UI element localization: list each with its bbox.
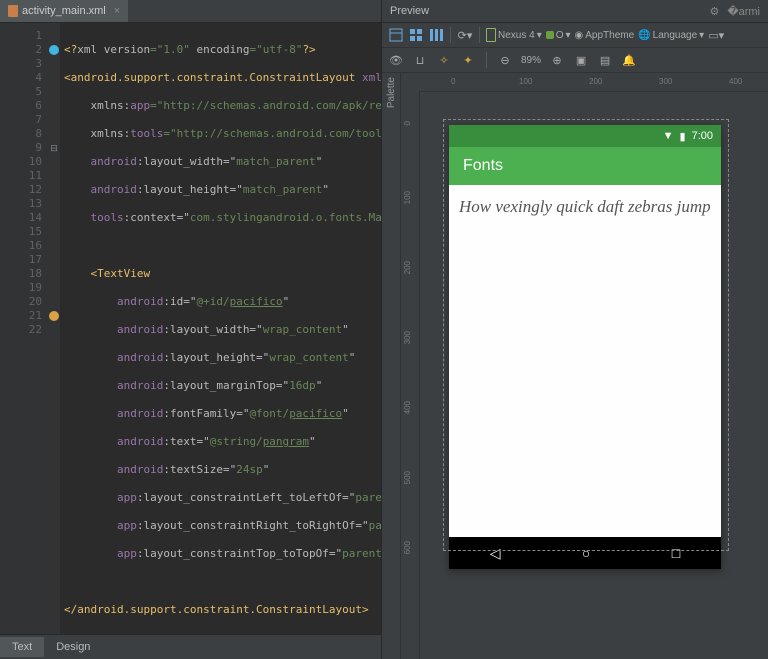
warning-icon: [49, 311, 59, 321]
fold-icon[interactable]: ⊟: [50, 143, 58, 154]
preview-pane: Preview ⚙ �armi ⟳▾ Nexus 4▾ O▾ ◉AppTheme…: [381, 0, 768, 659]
magnet-icon[interactable]: ⊔: [412, 52, 428, 68]
preview-toolbar-2: 👁 ⊔ ✧ ✦ ⊖ 89% ⊕ ▣ ▤ 🔔: [382, 48, 768, 73]
android-nav-bar: ◁ ○ □: [449, 537, 721, 569]
status-time: 7:00: [692, 130, 713, 142]
component-icon: [49, 45, 59, 55]
api-selector[interactable]: O▾: [546, 30, 571, 41]
close-icon[interactable]: ×: [114, 5, 120, 17]
preview-toolbar: ⟳▾ Nexus 4▾ O▾ ◉AppTheme 🌐Language▾ ▭▾: [382, 23, 768, 48]
editor-tab-bar: activity_main.xml ×: [0, 0, 381, 23]
preview-title: Preview: [390, 5, 429, 17]
battery-icon: ▮: [680, 130, 686, 143]
horizontal-ruler: 0 100 200 300 400: [419, 73, 768, 92]
layout-icon[interactable]: [388, 27, 404, 43]
device-content: How vexingly quick daft zebras jump: [449, 185, 721, 537]
design-tab[interactable]: Design: [44, 637, 102, 657]
bell-icon[interactable]: 🔔: [621, 52, 637, 68]
plus-icon[interactable]: ✦: [460, 52, 476, 68]
file-tab[interactable]: activity_main.xml ×: [0, 0, 128, 22]
wifi-icon: ▼: [663, 130, 674, 142]
code-content[interactable]: <?xml version="1.0" encoding="utf-8"?> <…: [60, 23, 381, 634]
editor-pane: activity_main.xml × 12345678910111213141…: [0, 0, 381, 659]
tab-label: activity_main.xml: [22, 5, 106, 17]
editor-mode-tabs: Text Design: [0, 634, 381, 659]
variants-icon[interactable]: ▭▾: [708, 27, 724, 43]
xml-file-icon: [8, 5, 18, 17]
wand-icon[interactable]: ✧: [436, 52, 452, 68]
language-selector[interactable]: 🌐Language▾: [638, 30, 704, 41]
preview-header: Preview ⚙ �armi: [382, 0, 768, 23]
text-tab[interactable]: Text: [0, 637, 44, 657]
vertical-ruler: 0 100 200 300 400 500 600: [401, 91, 420, 659]
back-icon[interactable]: ◁: [490, 545, 501, 562]
error-icon[interactable]: ▤: [597, 52, 613, 68]
grid-icon[interactable]: [408, 27, 424, 43]
app-title: Fonts: [463, 157, 503, 175]
line-gutter: 12345678910111213141516171819202122: [0, 23, 48, 634]
marker-column: ⊟: [48, 23, 60, 634]
orientation-icon[interactable]: ⟳▾: [457, 27, 473, 43]
fit-icon[interactable]: ▣: [573, 52, 589, 68]
pangram-text: How vexingly quick daft zebras jump: [459, 197, 711, 217]
gear-icon[interactable]: ⚙: [709, 5, 719, 18]
zoom-out-icon[interactable]: ⊖: [497, 52, 513, 68]
palette-tab[interactable]: Palette: [382, 73, 401, 659]
preview-canvas[interactable]: Palette 0 100 200 300 400 0 100 200 300 …: [382, 73, 768, 659]
columns-icon[interactable]: [428, 27, 444, 43]
device-selector[interactable]: Nexus 4▾: [486, 28, 542, 42]
device-frame: ▼ ▮ 7:00 Fonts How vexingly quick daft z…: [449, 125, 723, 569]
theme-selector[interactable]: ◉AppTheme: [575, 30, 635, 41]
eye-icon[interactable]: 👁: [388, 52, 404, 68]
home-icon[interactable]: ○: [582, 545, 590, 561]
zoom-level[interactable]: 89%: [521, 55, 541, 66]
recent-icon[interactable]: □: [672, 545, 680, 561]
app-bar: Fonts: [449, 147, 721, 185]
zoom-in-icon[interactable]: ⊕: [549, 52, 565, 68]
hide-icon[interactable]: �armi: [727, 5, 760, 18]
android-status-bar: ▼ ▮ 7:00: [449, 125, 721, 147]
code-editor[interactable]: 12345678910111213141516171819202122 ⊟ <?…: [0, 23, 381, 634]
